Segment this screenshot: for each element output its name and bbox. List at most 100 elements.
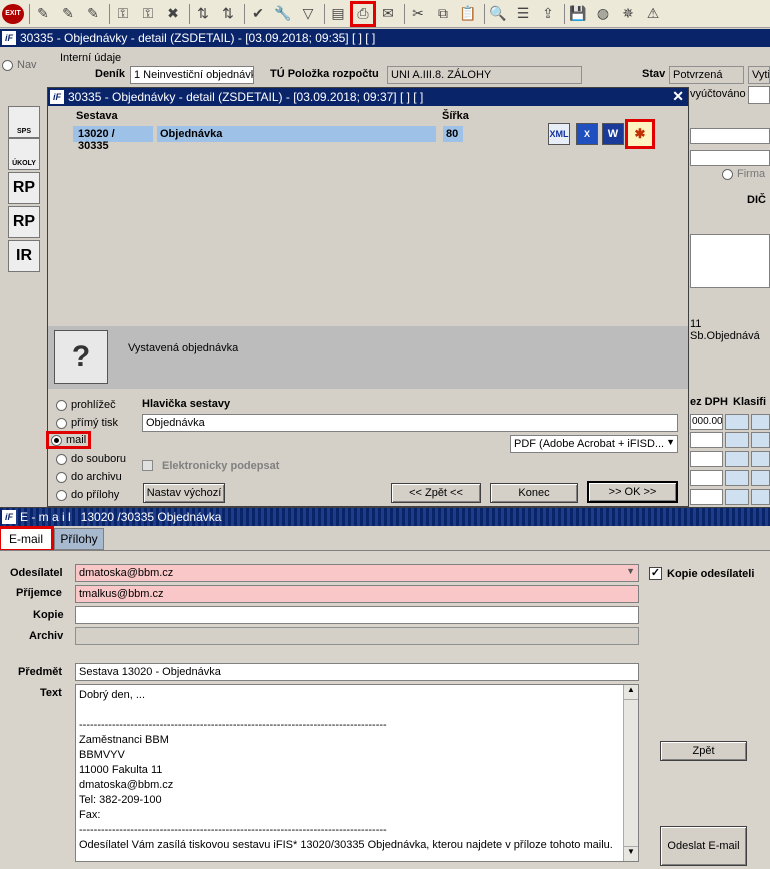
word-export-icon[interactable]: W — [602, 123, 624, 145]
right-memo[interactable] — [690, 234, 770, 288]
excel-export-icon[interactable]: X — [576, 123, 598, 145]
tu-field[interactable]: UNI A.III.8. ZÁLOHY — [387, 66, 582, 84]
tab-email[interactable]: E-mail — [0, 526, 54, 552]
pdf-export-icon[interactable]: ✱ — [625, 119, 655, 149]
nav-radio[interactable]: Nav — [2, 59, 37, 71]
output-option-3[interactable]: mail — [45, 431, 92, 449]
output-option-label: prohlížeč — [71, 399, 116, 411]
close-icon[interactable]: ✕ — [672, 88, 684, 105]
radio-icon — [56, 417, 67, 429]
send-email-button[interactable]: Odeslat E-mail — [660, 826, 747, 866]
amount-cell[interactable]: 000.00 — [690, 414, 723, 430]
xml-export-icon[interactable]: XML — [548, 123, 570, 145]
stav-field[interactable]: Potvrzená — [669, 66, 744, 84]
sort-icon[interactable]: ⇅ — [192, 3, 214, 25]
edit-icon[interactable]: ✎ — [32, 3, 54, 25]
grid-cell[interactable] — [751, 414, 770, 430]
list-icon[interactable]: ☰ — [512, 3, 534, 25]
right-field-1[interactable] — [690, 128, 770, 144]
sort-icon[interactable]: ⇅ — [217, 3, 239, 25]
report-name-cell[interactable]: Objednávka — [157, 126, 436, 142]
copy-sender-checkbox[interactable]: ✓ — [649, 567, 662, 580]
grid-cell[interactable] — [725, 451, 749, 467]
toolbar-separator — [189, 3, 190, 24]
edit-icon[interactable]: ✎ — [82, 3, 104, 25]
output-option-4[interactable]: do souboru — [56, 453, 126, 465]
grid-cell[interactable] — [690, 432, 723, 448]
grid-cell[interactable] — [751, 432, 770, 448]
ok-button[interactable]: >> OK >> — [587, 481, 678, 503]
scroll-up-icon[interactable]: ▲ — [624, 685, 638, 700]
sidebar-item-2[interactable]: ÚKOLY — [8, 138, 40, 170]
tu-label: TÚ Položka rozpočtu — [270, 68, 379, 80]
output-option-2[interactable]: přímý tisk — [56, 417, 118, 429]
report-dialog-titlebar: iF 30335 - Objednávky - detail (ZSDETAIL… — [48, 88, 688, 106]
denik-field[interactable]: 1 Neinvestiční objednávk — [130, 66, 254, 84]
copy-icon[interactable]: ⧉ — [432, 3, 454, 25]
email-back-button[interactable]: Zpět — [660, 741, 747, 761]
filter-icon[interactable]: ▽ — [297, 3, 319, 25]
edit-icon[interactable]: ✎ — [57, 3, 79, 25]
right-field-2[interactable] — [690, 150, 770, 166]
output-option-1[interactable]: prohlížeč — [56, 399, 116, 411]
end-button[interactable]: Konec — [490, 483, 578, 503]
col-klasif: Klasifi — [733, 396, 767, 408]
email-icon[interactable]: ✉ — [377, 3, 399, 25]
globe-icon[interactable]: ◍ — [592, 3, 614, 25]
output-option-6[interactable]: do přílohy — [56, 489, 119, 501]
grid-cell[interactable] — [725, 489, 749, 505]
sidebar-item-4[interactable]: RP — [8, 206, 40, 238]
body-scrollbar[interactable]: ▲ ▼ — [623, 685, 638, 861]
vyuctovano-field[interactable] — [748, 86, 770, 104]
grid-cell[interactable] — [690, 470, 723, 486]
check-icon[interactable]: ✔ — [247, 3, 269, 25]
find-icon[interactable]: 🔍 — [487, 3, 509, 25]
wrench-icon[interactable]: 🔧 — [272, 3, 294, 25]
sign-icon[interactable]: ⚠ — [642, 3, 664, 25]
to-input[interactable]: tmalkus@bbm.cz — [75, 585, 639, 603]
lock-icon[interactable]: ⚿ — [112, 3, 134, 25]
firma-radio[interactable]: Firma — [722, 168, 765, 180]
grid-cell[interactable] — [751, 451, 770, 467]
back-button[interactable]: << Zpět << — [391, 483, 481, 503]
report-description-panel: ? Vystavená objednávka — [48, 326, 688, 389]
output-option-5[interactable]: do archivu — [56, 471, 122, 483]
report-code-cell[interactable]: 13020 / 30335 — [73, 126, 153, 152]
cut-icon[interactable]: ✂ — [407, 3, 429, 25]
delete-icon[interactable]: ✖ — [162, 3, 184, 25]
cc-input[interactable] — [75, 606, 639, 624]
grid-cell[interactable] — [725, 470, 749, 486]
grid-cell[interactable] — [725, 414, 749, 430]
grid-cell[interactable] — [690, 489, 723, 505]
report-width-cell[interactable]: 80 — [443, 126, 463, 142]
grid-cell[interactable] — [725, 432, 749, 448]
export-icon[interactable]: ⇪ — [537, 3, 559, 25]
header-input[interactable]: Objednávka — [142, 414, 678, 432]
toolbar-separator — [244, 3, 245, 24]
from-select[interactable]: dmatoska@bbm.cz ▼ — [75, 564, 639, 582]
grid-cell[interactable] — [751, 470, 770, 486]
print-preview-icon[interactable]: ▤ — [327, 3, 349, 25]
stav-extra-field[interactable]: Vyti — [748, 66, 770, 84]
esign-checkbox[interactable] — [142, 460, 153, 471]
set-default-button[interactable]: Nastav výchozí — [143, 483, 225, 503]
sidebar-item-5[interactable]: IR — [8, 240, 40, 272]
sb-objednava-label: 11 Sb.Objednává — [690, 318, 760, 342]
print-icon[interactable]: ⎙ — [350, 0, 376, 27]
lock-icon[interactable]: ⚿ — [137, 3, 159, 25]
subject-input[interactable]: Sestava 13020 - Objednávka — [75, 663, 639, 681]
grid-cell[interactable] — [751, 489, 770, 505]
paste-icon[interactable]: 📋 — [457, 3, 479, 25]
grid-cell[interactable] — [690, 451, 723, 467]
scroll-down-icon[interactable]: ▼ — [624, 846, 638, 861]
archive-input[interactable] — [75, 627, 639, 645]
sidebar-item-3[interactable]: RP — [8, 172, 40, 204]
format-select[interactable]: PDF (Adobe Acrobat + iFISD... ▼ — [510, 435, 678, 453]
save-icon[interactable]: 💾 — [567, 3, 589, 25]
email-window-titlebar: iF E - m a i l 13020 /30335 Objednávka — [0, 508, 770, 526]
sidebar-item-1[interactable]: SPS — [8, 106, 40, 138]
body-textarea[interactable]: Dobrý den, ... -------------------------… — [75, 684, 639, 862]
exit-icon[interactable]: EXIT — [2, 3, 24, 25]
wheel-icon[interactable]: ✵ — [617, 3, 639, 25]
tab-attachments[interactable]: Přílohy — [54, 528, 104, 550]
